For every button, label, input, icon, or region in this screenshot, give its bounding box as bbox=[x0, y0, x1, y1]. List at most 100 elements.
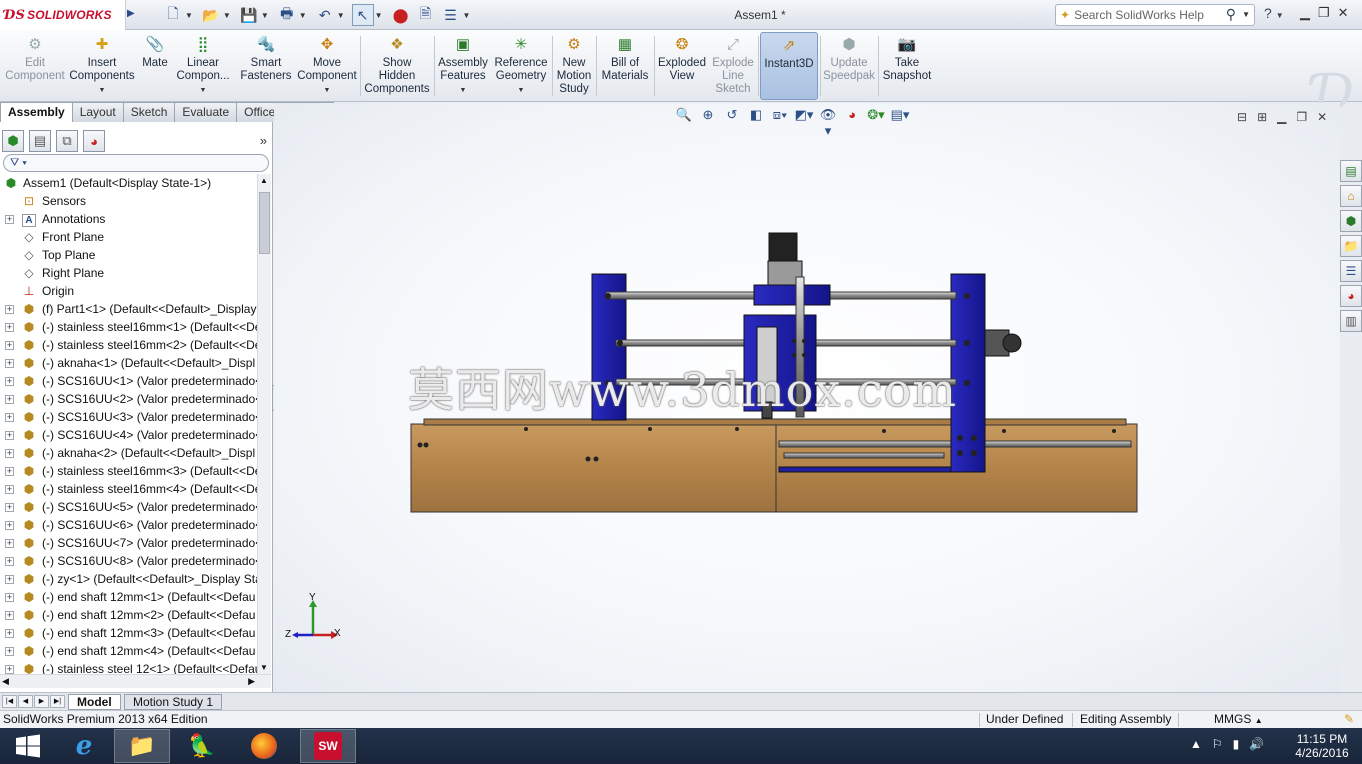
tree-item-component[interactable]: + ⬢ (-) SCS16UU<2> (Valor predeterminado< bbox=[0, 390, 257, 408]
print-dropdown-icon[interactable]: ▼ bbox=[299, 11, 307, 20]
tree-item-component[interactable]: + ⬢ (-) aknaha<1> (Default<<Default>_Displ bbox=[0, 354, 257, 372]
expand-node-icon[interactable]: + bbox=[5, 359, 14, 368]
bill-of-materials-button[interactable]: ▦ Bill of Materials bbox=[598, 32, 652, 100]
expand-node-icon[interactable]: + bbox=[5, 503, 14, 512]
tree-item-component[interactable]: + ⬢ (-) SCS16UU<1> (Valor predeterminado< bbox=[0, 372, 257, 390]
expand-node-icon[interactable]: + bbox=[5, 449, 14, 458]
expand-node-icon[interactable]: + bbox=[5, 575, 14, 584]
hide-show-items-icon[interactable]: 👁▾ bbox=[818, 107, 838, 139]
tree-item-component[interactable]: + ⬢ (-) stainless steel16mm<2> (Default<<D… bbox=[0, 336, 257, 354]
view-orientation-icon[interactable]: ⧈▾ bbox=[770, 107, 790, 139]
parrot-app-icon[interactable]: 🦜 bbox=[174, 729, 230, 763]
viewport-restore-icon[interactable]: ❐ bbox=[1296, 110, 1307, 124]
instant3d-button[interactable]: ⇗ Instant3D bbox=[760, 32, 818, 100]
help-search-box[interactable]: ✦ Search SolidWorks Help ⚲ ▼ bbox=[1055, 4, 1255, 26]
exploded-view-button[interactable]: ❂ Exploded View bbox=[656, 32, 708, 100]
search-icon[interactable]: ⚲ bbox=[1226, 6, 1236, 23]
tree-horizontal-scrollbar[interactable]: ◀ ▶ bbox=[0, 674, 271, 688]
show-hidden-components-button[interactable]: ❖ Show Hidden Components bbox=[362, 32, 432, 100]
expand-panel-icon[interactable]: » bbox=[260, 133, 267, 148]
scroll-down-icon[interactable]: ▼ bbox=[260, 663, 268, 672]
tab-motion-study-1[interactable]: Motion Study 1 bbox=[124, 694, 223, 710]
dropdown-arrow-icon[interactable]: ▼ bbox=[324, 84, 331, 97]
new-dropdown-icon[interactable]: ▼ bbox=[185, 11, 193, 20]
tree-item-component[interactable]: + ⬢ (-) end shaft 12mm<1> (Default<<Defau bbox=[0, 588, 257, 606]
menu-expand-icon[interactable]: ▶ bbox=[127, 8, 135, 22]
appearances-icon[interactable]: ◕ bbox=[1340, 285, 1362, 307]
edit-component-button[interactable]: ⚙ Edit Component bbox=[4, 32, 66, 100]
save-dropdown-icon[interactable]: ▼ bbox=[261, 11, 269, 20]
assembly-features-button[interactable]: ▣ Assembly Features ▼ bbox=[436, 32, 490, 100]
tree-item-component[interactable]: + ⬢ (-) SCS16UU<7> (Valor predeterminado< bbox=[0, 534, 257, 552]
restore-icon[interactable]: ❐ bbox=[1318, 5, 1330, 21]
tab-sketch[interactable]: Sketch bbox=[122, 102, 176, 122]
expand-node-icon[interactable]: + bbox=[5, 341, 14, 350]
dropdown-arrow-icon[interactable]: ▼ bbox=[99, 84, 106, 97]
last-tab-icon[interactable]: ▶| bbox=[50, 695, 65, 708]
select-dropdown-icon[interactable]: ▼ bbox=[375, 11, 383, 20]
options-dropdown-icon[interactable]: ▼ bbox=[463, 11, 471, 20]
battery-icon[interactable]: ▮ bbox=[1233, 737, 1240, 751]
expand-node-icon[interactable]: + bbox=[5, 305, 14, 314]
tree-item-component[interactable]: + ⬢ (-) SCS16UU<3> (Valor predeterminado< bbox=[0, 408, 257, 426]
linear-pattern-button[interactable]: ⣿ Linear Compon... ▼ bbox=[174, 32, 232, 100]
section-view-icon[interactable]: ◧ bbox=[746, 107, 766, 139]
tree-item[interactable]: ◇ Top Plane bbox=[0, 246, 257, 264]
tree-item-component[interactable]: + ⬢ (-) end shaft 12mm<3> (Default<<Defau bbox=[0, 624, 257, 642]
scroll-left-icon[interactable]: ◀ bbox=[2, 676, 9, 687]
taskbar-clock[interactable]: 11:15 PM 4/26/2016 bbox=[1284, 732, 1360, 760]
solidworks-taskbar-icon[interactable]: SW bbox=[300, 729, 356, 763]
tree-item[interactable]: ◇ Front Plane bbox=[0, 228, 257, 246]
tree-item-component[interactable]: + ⬢ (-) stainless steel16mm<4> (Default<<D… bbox=[0, 480, 257, 498]
property-manager-tab-icon[interactable]: ▤ bbox=[29, 130, 51, 152]
expand-node-icon[interactable]: + bbox=[5, 431, 14, 440]
custom-properties-icon[interactable]: ▥ bbox=[1340, 310, 1362, 332]
new-motion-study-button[interactable]: ⚙ New Motion Study bbox=[554, 32, 594, 100]
viewport-minimize-icon[interactable]: ▁ bbox=[1277, 110, 1286, 124]
expand-node-icon[interactable]: + bbox=[5, 485, 14, 494]
zoom-to-fit-icon[interactable]: 🔍 bbox=[674, 107, 694, 139]
internet-explorer-icon[interactable]: e bbox=[56, 729, 112, 763]
print-icon[interactable]: 🖶 bbox=[276, 4, 298, 26]
tree-item-component[interactable]: + ⬢ (-) SCS16UU<5> (Valor predeterminado< bbox=[0, 498, 257, 516]
smart-fasteners-button[interactable]: 🔩 Smart Fasteners bbox=[238, 32, 294, 100]
take-snapshot-button[interactable]: 📷 Take Snapshot bbox=[880, 32, 934, 100]
insert-components-button[interactable]: ✚ Insert Components ▼ bbox=[68, 32, 136, 100]
expand-node-icon[interactable]: + bbox=[5, 629, 14, 638]
prev-tab-icon[interactable]: ◀ bbox=[18, 695, 33, 708]
tree-item[interactable]: + A Annotations bbox=[0, 210, 257, 228]
tree-item-component[interactable]: + ⬢ (-) aknaha<2> (Default<<Default>_Displ bbox=[0, 444, 257, 462]
edit-appearance-icon[interactable]: ◕ bbox=[842, 107, 862, 139]
new-document-icon[interactable]: 🗋 bbox=[162, 4, 184, 26]
save-icon[interactable]: 💾 bbox=[238, 4, 260, 26]
tree-item[interactable]: ⊡ Sensors bbox=[0, 192, 257, 210]
expand-node-icon[interactable]: + bbox=[5, 323, 14, 332]
volume-icon[interactable]: 🔊 bbox=[1249, 737, 1264, 751]
expand-node-icon[interactable]: + bbox=[5, 215, 14, 224]
update-speedpak-button[interactable]: ⬢ Update Speedpak bbox=[822, 32, 876, 100]
tree-filter-input[interactable]: ⛛ ▾ bbox=[3, 154, 269, 172]
expand-node-icon[interactable]: + bbox=[5, 611, 14, 620]
tree-item-component[interactable]: + ⬢ (-) stainless steel16mm<1> (Default<<D… bbox=[0, 318, 257, 336]
expand-node-icon[interactable]: + bbox=[5, 395, 14, 404]
tab-model[interactable]: Model bbox=[68, 694, 121, 710]
rebuild-traffic-light-icon[interactable]: ⬤ bbox=[390, 4, 412, 26]
firefox-icon[interactable] bbox=[236, 729, 292, 763]
tree-item-component[interactable]: + ⬢ (-) stainless steel16mm<3> (Default<<D… bbox=[0, 462, 257, 480]
next-tab-icon[interactable]: ▶ bbox=[34, 695, 49, 708]
tree-item-component[interactable]: + ⬢ (-) end shaft 12mm<2> (Default<<Defau bbox=[0, 606, 257, 624]
file-properties-icon[interactable]: 🗎 bbox=[415, 4, 437, 26]
mate-button[interactable]: 📎 Mate bbox=[138, 32, 172, 100]
tree-item[interactable]: ⊥ Origin bbox=[0, 282, 257, 300]
search-dropdown-icon[interactable]: ▼ bbox=[1242, 10, 1250, 19]
options-icon[interactable]: ☰ bbox=[440, 4, 462, 26]
expand-node-icon[interactable]: + bbox=[5, 521, 14, 530]
tree-vertical-scrollbar[interactable]: ▲ ▼ bbox=[257, 174, 271, 674]
rebuild-icon[interactable]: ✎ bbox=[1344, 711, 1354, 728]
tab-evaluate[interactable]: Evaluate bbox=[174, 102, 238, 122]
file-explorer-icon[interactable]: 📁 bbox=[1340, 235, 1362, 257]
zoom-to-area-icon[interactable]: ⊕ bbox=[698, 107, 718, 139]
file-explorer-taskbar-icon[interactable]: 📁 bbox=[114, 729, 170, 763]
base-rod-2[interactable] bbox=[783, 452, 945, 459]
view-palette-icon[interactable]: ☰ bbox=[1340, 260, 1362, 282]
